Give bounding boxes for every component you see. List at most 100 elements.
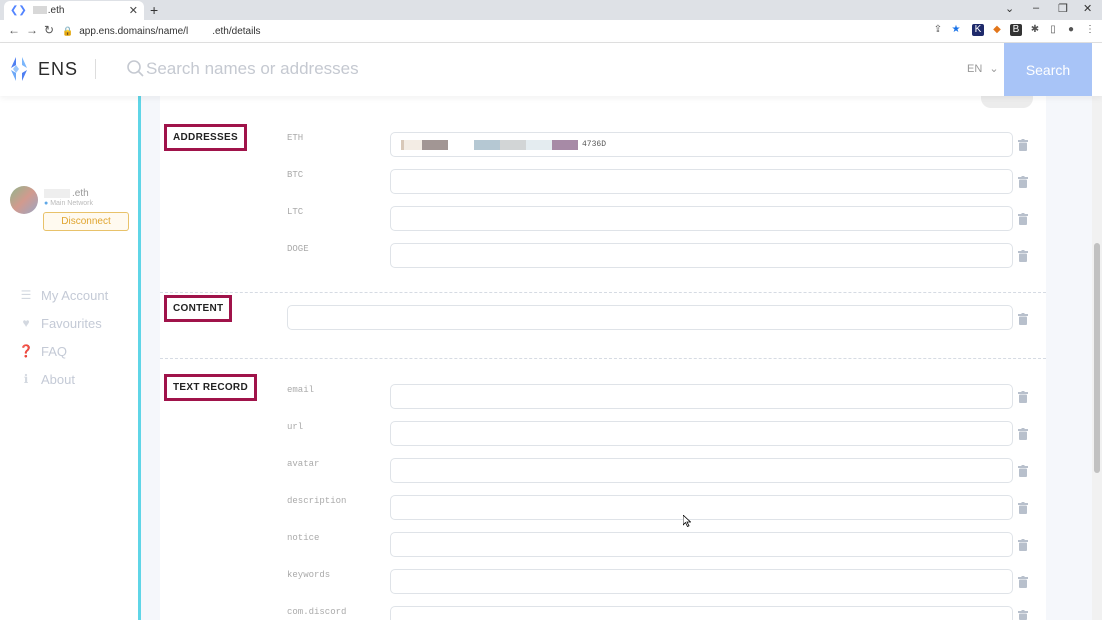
trash-icon[interactable]	[1018, 465, 1028, 477]
redacted-block	[552, 139, 578, 150]
field-label: email	[287, 385, 315, 395]
heart-icon: ♥	[22, 316, 30, 330]
field-label: com.discord	[287, 607, 347, 617]
search-input[interactable]	[146, 55, 906, 83]
sidebar-item-about[interactable]: ℹ About	[18, 365, 108, 393]
trash-icon[interactable]	[1018, 610, 1028, 620]
field-label: DOGE	[287, 244, 309, 254]
redacted-block	[32, 6, 47, 15]
field-label: LTC	[287, 207, 304, 217]
url-text-part2: .eth/details	[212, 26, 261, 37]
browser-tab[interactable]: ❮❯ .eth ✕	[4, 1, 144, 20]
extension-b-icon[interactable]: B	[1010, 24, 1022, 36]
sidebar-accent-rail	[138, 96, 141, 620]
sidebar-item-label: My Account	[41, 287, 109, 303]
trash-icon[interactable]	[1018, 576, 1028, 588]
ens-logo[interactable]: ENS	[10, 56, 78, 82]
search-icon	[127, 60, 144, 77]
keywords-field[interactable]	[390, 569, 1013, 594]
trash-icon[interactable]	[1018, 139, 1028, 151]
question-icon: ❓	[18, 344, 34, 358]
language-label: EN	[967, 63, 983, 75]
app-header: ENS EN ⌄ Search	[0, 43, 1102, 96]
sidebar-item-my-account[interactable]: ☰ My Account	[18, 281, 109, 309]
info-icon: ℹ	[23, 372, 29, 386]
trash-icon[interactable]	[1018, 250, 1028, 262]
section-divider	[160, 292, 1046, 293]
forward-icon[interactable]: →	[26, 23, 38, 37]
network-indicator: ● Main Network	[44, 200, 93, 207]
field-label: notice	[287, 533, 320, 543]
save-button-partial[interactable]	[981, 94, 1033, 108]
trash-icon[interactable]	[1018, 391, 1028, 403]
minimize-icon[interactable]: –	[1033, 2, 1039, 14]
side-panel-icon[interactable]: ▯	[1047, 24, 1059, 36]
new-tab-icon[interactable]: +	[150, 2, 158, 18]
browser-tab-bar: ❮❯ .eth ✕ + ⌄ – ❐ ✕	[0, 0, 1102, 20]
doge-address-field[interactable]	[390, 243, 1013, 268]
close-tab-icon[interactable]: ✕	[129, 4, 138, 17]
language-selector[interactable]: EN ⌄	[967, 62, 999, 75]
lock-icon: 🔒	[62, 26, 74, 36]
window-close-icon[interactable]: ✕	[1083, 2, 1092, 15]
trash-icon[interactable]	[1018, 176, 1028, 188]
profile-icon[interactable]: ●	[1065, 24, 1077, 36]
url-record-field[interactable]	[390, 421, 1013, 446]
email-field[interactable]	[390, 384, 1013, 409]
content-hash-field[interactable]	[287, 305, 1013, 330]
field-label: description	[287, 496, 347, 506]
trash-icon[interactable]	[1018, 428, 1028, 440]
sidebar: .eth ● Main Network Disconnect ☰ My Acco…	[0, 96, 138, 620]
com-discord-field[interactable]	[390, 606, 1013, 620]
ens-logo-icon	[11, 57, 27, 81]
field-label: BTC	[287, 170, 304, 180]
section-label-text-record: TEXT RECORD	[164, 374, 257, 401]
redacted-block	[500, 139, 526, 150]
trash-icon[interactable]	[1018, 213, 1028, 225]
section-divider	[160, 358, 1046, 359]
redacted-block	[474, 139, 500, 150]
redacted-block	[404, 139, 422, 150]
section-label-content: CONTENT	[164, 295, 233, 322]
account-name-suffix: .eth	[72, 188, 89, 199]
mouse-cursor-icon	[683, 515, 691, 527]
trash-icon[interactable]	[1018, 313, 1028, 325]
ens-favicon-icon: ❮❯	[10, 5, 27, 16]
tab-title: .eth	[47, 5, 65, 16]
disconnect-button[interactable]: Disconnect	[43, 212, 129, 231]
search-button[interactable]: Search	[1004, 43, 1092, 96]
network-dot-icon: ●	[44, 200, 49, 207]
sidebar-item-faq[interactable]: ❓ FAQ	[18, 337, 108, 365]
share-icon[interactable]: ⇪	[932, 24, 944, 36]
metamask-fox-icon[interactable]: ◆	[991, 24, 1003, 36]
bookmark-star-icon[interactable]: ★	[950, 24, 962, 36]
notice-field[interactable]	[390, 532, 1013, 557]
browser-menu-icon[interactable]: ⋮	[1084, 24, 1096, 36]
avatar-record-field[interactable]	[390, 458, 1013, 483]
page-scrollbar-thumb[interactable]	[1094, 243, 1100, 473]
restore-icon[interactable]: ❐	[1058, 2, 1068, 15]
redacted-block	[44, 188, 70, 198]
reload-icon[interactable]: ↻	[44, 23, 54, 37]
description-field[interactable]	[390, 495, 1013, 520]
btc-address-field[interactable]	[390, 169, 1013, 194]
extensions-puzzle-icon[interactable]: ✱	[1029, 24, 1041, 36]
sidebar-item-favourites[interactable]: ♥ Favourites	[18, 309, 108, 337]
url-field[interactable]: 🔒 app.ens.domains/name/l .eth/details	[62, 22, 922, 41]
back-icon[interactable]: ←	[8, 23, 20, 37]
account-name: .eth	[44, 188, 89, 199]
section-label-addresses: ADDRESSES	[164, 124, 247, 151]
sidebar-item-label: FAQ	[41, 343, 68, 359]
sidebar-item-label: About	[41, 371, 75, 387]
records-panel: ADDRESSES ETH 4736D BTC LTC DOGE CONTENT…	[160, 94, 1046, 620]
trash-icon[interactable]	[1018, 539, 1028, 551]
trash-icon[interactable]	[1018, 502, 1028, 514]
eth-address-suffix: 4736D	[582, 140, 607, 149]
ltc-address-field[interactable]	[390, 206, 1013, 231]
eth-address-field[interactable]: 4736D	[390, 132, 1013, 157]
sidebar-item-label: Favourites	[41, 315, 102, 331]
browser-address-bar: ← → ↻ 🔒 app.ens.domains/name/l .eth/deta…	[0, 20, 1102, 43]
tab-search-icon[interactable]: ⌄	[1005, 2, 1014, 15]
avatar[interactable]	[10, 186, 38, 214]
extension-k-icon[interactable]: K	[972, 24, 984, 36]
